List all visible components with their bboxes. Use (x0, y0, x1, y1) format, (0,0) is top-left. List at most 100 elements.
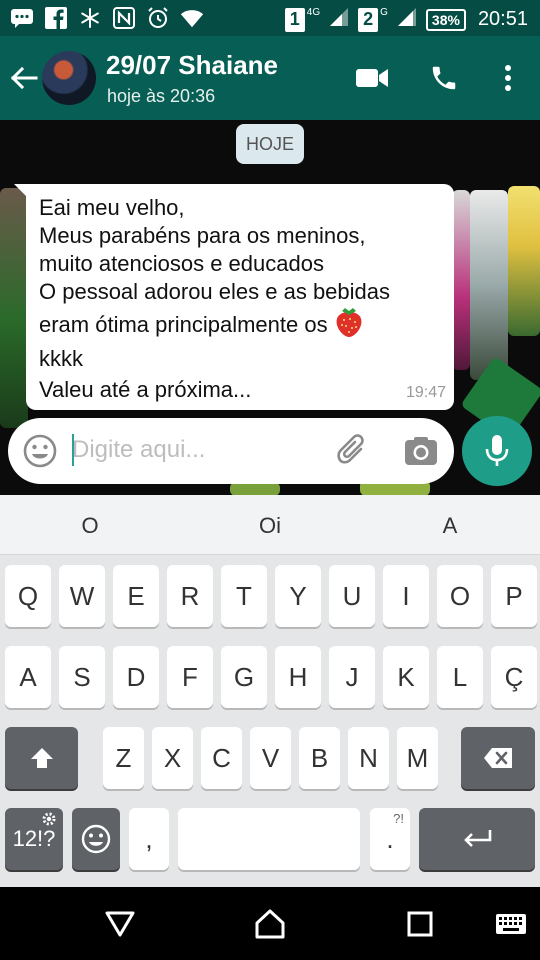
key-r[interactable]: R (167, 565, 213, 627)
key-d[interactable]: D (113, 646, 159, 708)
wifi-icon (180, 6, 204, 30)
key-t[interactable]: T (221, 565, 267, 627)
key-m[interactable]: M (397, 727, 438, 789)
back-button[interactable] (103, 907, 137, 941)
key-w[interactable]: W (59, 565, 105, 627)
comma-key[interactable]: , (129, 808, 169, 870)
message-line: Eai meu velho, (39, 195, 185, 220)
suggestion-bar: O Oi A (0, 495, 540, 555)
signal2-icon (396, 6, 418, 33)
message-line: O pessoal adorou eles e as bebidas (39, 279, 391, 304)
message-line: kkkk (39, 346, 83, 371)
video-call-button[interactable] (354, 60, 390, 96)
chat-area: HOJE Eai meu velho, Meus parabéns para o… (0, 120, 540, 495)
alarm-icon (146, 6, 170, 30)
key-x[interactable]: X (152, 727, 193, 789)
key-c[interactable]: C (201, 727, 242, 789)
sim2-network-label: G (380, 7, 388, 18)
microphone-icon (485, 435, 509, 466)
home-icon (255, 909, 285, 939)
key-c-cedilla[interactable]: Ç (491, 646, 537, 708)
camera-icon (405, 437, 437, 465)
emoji-key[interactable] (72, 808, 120, 870)
key-u[interactable]: U (329, 565, 375, 627)
battery-indicator: 38% (425, 8, 466, 31)
attach-button[interactable] (334, 432, 372, 470)
recents-button[interactable] (403, 907, 437, 941)
home-button[interactable] (253, 907, 287, 941)
key-z[interactable]: Z (103, 727, 144, 789)
period-key-alt: ?! (393, 811, 404, 826)
key-a[interactable]: A (5, 646, 51, 708)
shift-arrow-icon (30, 748, 53, 768)
symbols-key[interactable]: 12!? (5, 808, 63, 870)
key-b[interactable]: B (299, 727, 340, 789)
key-i[interactable]: I (383, 565, 429, 627)
contact-name[interactable]: 29/07 Shaiane (106, 50, 278, 81)
back-arrow-icon[interactable] (8, 62, 40, 94)
enter-key[interactable] (419, 808, 535, 870)
nfc-icon (112, 6, 136, 30)
key-y[interactable]: Y (275, 565, 321, 627)
paperclip-icon (337, 434, 364, 464)
key-f[interactable]: F (167, 646, 213, 708)
soft-keyboard: O Oi A Q W E R T Y U I O P A S D F G H J… (0, 495, 540, 887)
sim1-icon: 1 (284, 7, 305, 32)
composer-bar (8, 418, 454, 484)
status-bar: 1 4G 2 G 38% 20:51 (0, 0, 540, 36)
message-bubble[interactable]: Eai meu velho, Meus parabéns para os men… (26, 184, 454, 410)
more-vert-icon (505, 65, 511, 91)
status-time: 20:51 (477, 8, 528, 30)
message-line: Meus parabéns para os meninos, (39, 223, 366, 248)
camera-button[interactable] (402, 432, 440, 470)
voice-record-button[interactable] (462, 416, 532, 486)
emoji-button[interactable] (22, 433, 58, 469)
suggestion-1[interactable]: O (50, 513, 130, 539)
message-line-text: eram ótima principalmente os (39, 312, 328, 337)
message-time: 19:47 (405, 384, 446, 401)
key-k[interactable]: K (383, 646, 429, 708)
recents-square-icon (407, 911, 433, 937)
phone-icon (432, 66, 456, 90)
message-line: muito atenciosos e educados (39, 251, 324, 276)
key-e[interactable]: E (113, 565, 159, 627)
message-line: eram ótima principalmente os (39, 306, 442, 342)
key-n[interactable]: N (348, 727, 389, 789)
space-key[interactable] (178, 808, 360, 870)
smiley-icon (81, 824, 111, 854)
period-key[interactable]: . ?! (370, 808, 410, 870)
suggestion-3[interactable]: A (410, 513, 490, 539)
back-triangle-icon (105, 911, 135, 937)
last-seen-status: hoje às 20:36 (107, 86, 216, 106)
key-v[interactable]: V (250, 727, 291, 789)
key-o[interactable]: O (437, 565, 483, 627)
message-input[interactable] (72, 430, 322, 470)
keyboard-icon (496, 914, 526, 934)
symbols-key-label: 12!? (12, 826, 56, 851)
backspace-key[interactable] (461, 727, 535, 789)
text-caret (72, 434, 74, 466)
key-q[interactable]: Q (5, 565, 51, 627)
avatar[interactable] (42, 51, 96, 105)
key-s[interactable]: S (59, 646, 105, 708)
voice-call-button[interactable] (426, 60, 462, 96)
facebook-icon (44, 6, 68, 30)
key-g[interactable]: G (221, 646, 267, 708)
shift-key[interactable] (5, 727, 78, 789)
chat-header: 29/07 Shaiane hoje às 20:36 (0, 36, 540, 120)
video-camera-icon (356, 69, 388, 87)
key-j[interactable]: J (329, 646, 375, 708)
period-key-label: . (386, 823, 394, 854)
strawberry-icon (334, 306, 364, 338)
more-options-button[interactable] (490, 60, 526, 96)
sim1-network-label: 4G (306, 7, 321, 18)
keyboard-switch-button[interactable] (494, 907, 528, 941)
key-l[interactable]: L (437, 646, 483, 708)
system-navigation-bar (0, 887, 540, 960)
date-chip: HOJE (236, 124, 304, 164)
snowflake-icon (78, 6, 102, 30)
settings-gear-icon (42, 812, 56, 826)
suggestion-2[interactable]: Oi (230, 513, 310, 539)
key-h[interactable]: H (275, 646, 321, 708)
key-p[interactable]: P (491, 565, 537, 627)
